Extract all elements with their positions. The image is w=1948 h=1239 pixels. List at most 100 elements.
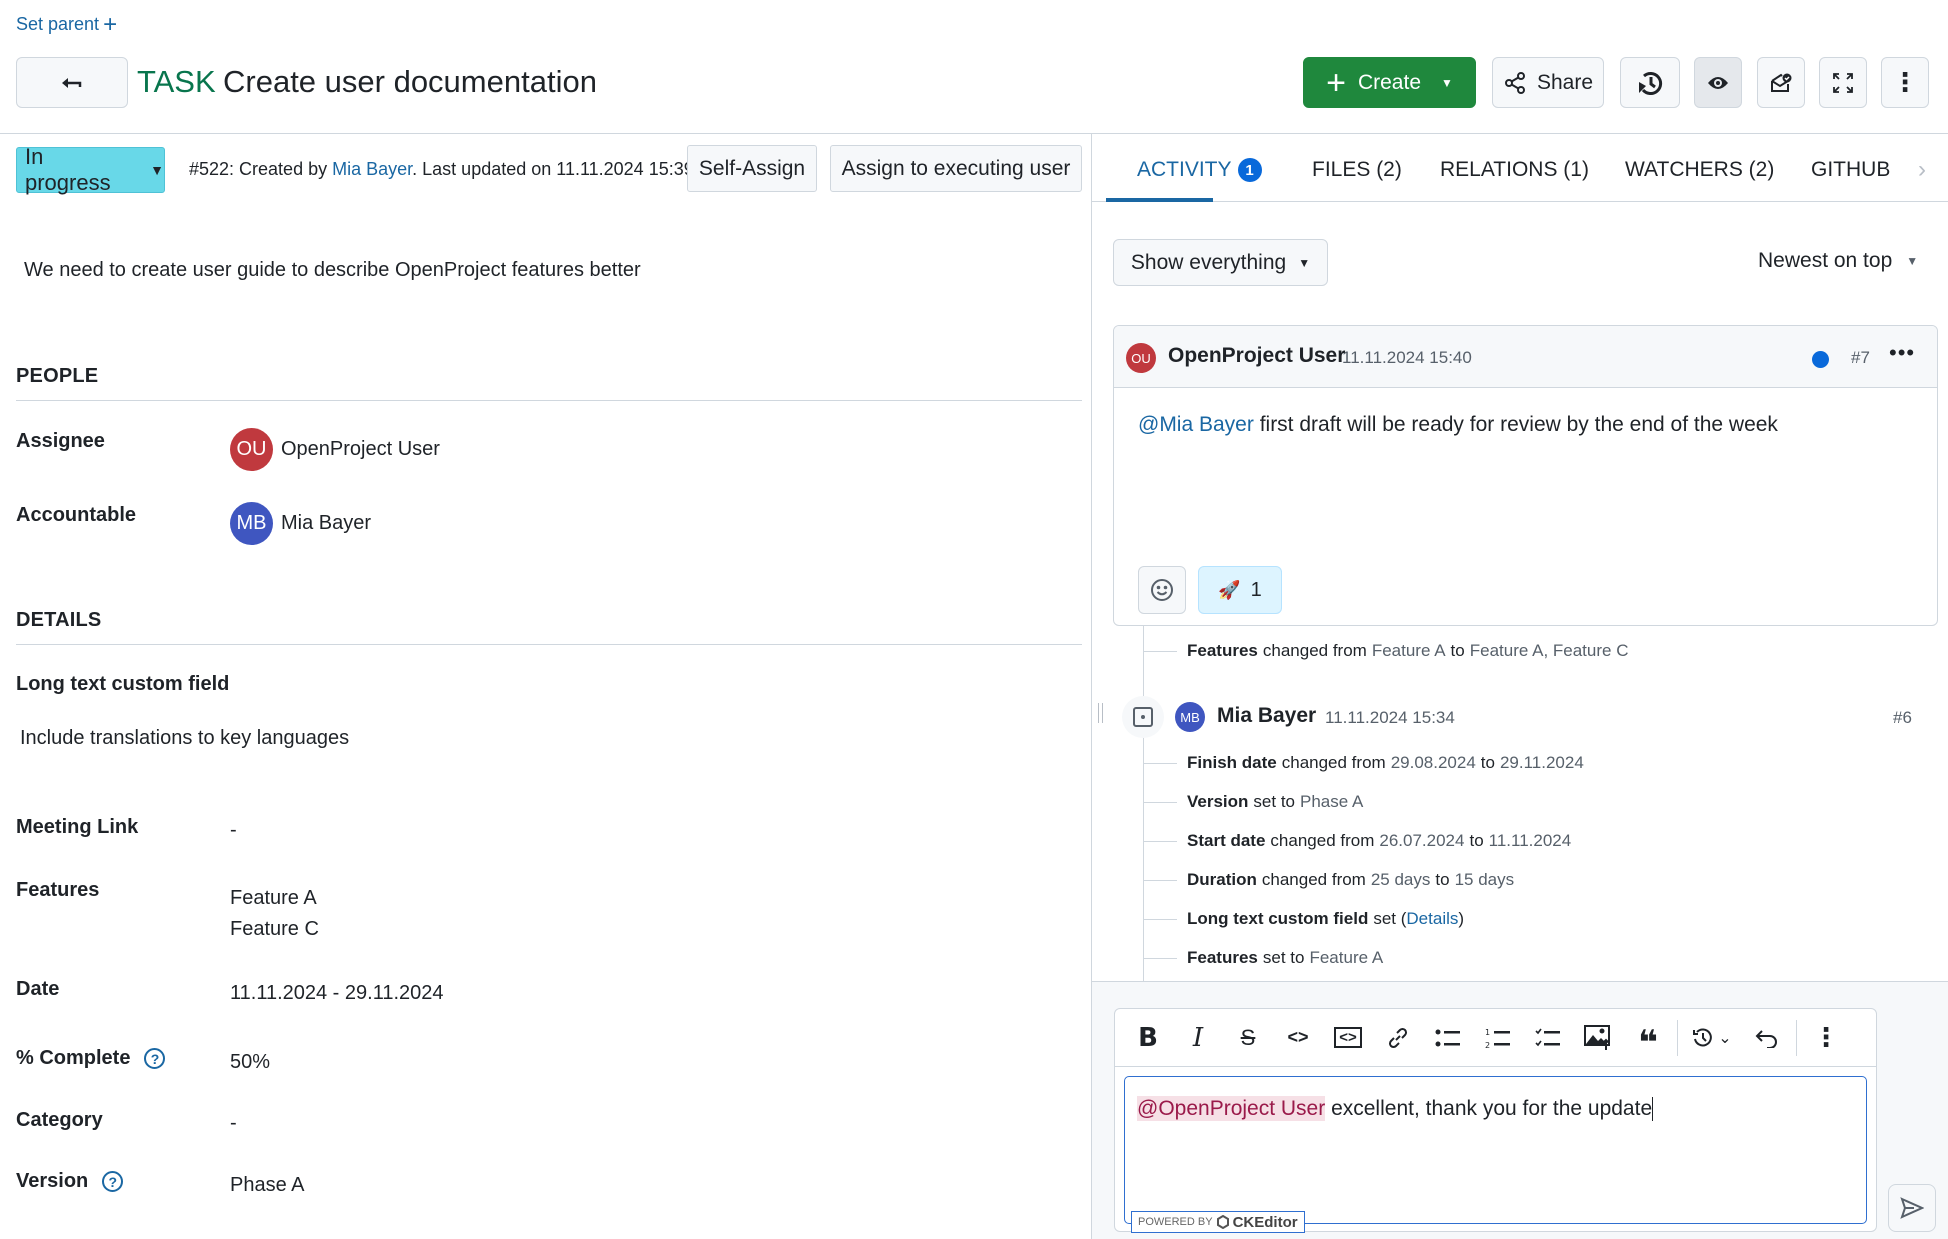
watch-button[interactable]: [1694, 57, 1742, 108]
self-assign-button[interactable]: Self-Assign: [687, 145, 817, 192]
more-actions-button[interactable]: ⋮: [1881, 57, 1929, 108]
features-value[interactable]: Feature A Feature C: [230, 883, 319, 945]
svg-text:1: 1: [1485, 1028, 1490, 1037]
share-button[interactable]: Share: [1492, 57, 1604, 108]
help-icon[interactable]: ?: [102, 1171, 124, 1192]
editor-toolbar: B I S <> <> 12 ❝ ⌄ ⋮: [1115, 1009, 1876, 1067]
set-parent-link[interactable]: Set parent +: [16, 12, 117, 36]
assignee-label: Assignee: [16, 430, 105, 453]
history-icon: [1693, 1027, 1713, 1046]
date-value[interactable]: 11.11.2024 - 29.11.2024: [230, 982, 444, 1005]
code-icon: <>: [1287, 1027, 1309, 1047]
changeset-icon: [1133, 707, 1153, 727]
comment-input[interactable]: @OpenProject User excellent, thank you f…: [1124, 1076, 1867, 1224]
send-comment-button[interactable]: [1888, 1184, 1936, 1232]
change-verb: changed from: [1281, 753, 1386, 772]
comment-author[interactable]: OpenProject User: [1168, 344, 1345, 368]
change-from: 29.08.2024: [1390, 753, 1476, 772]
version-label-text: Version: [16, 1170, 89, 1192]
insert-image-button[interactable]: [1573, 1018, 1623, 1058]
percent-complete-label: % Complete ?: [16, 1047, 166, 1070]
back-button[interactable]: [16, 57, 128, 108]
comment-text-body: first draft will be ready for review by …: [1253, 413, 1778, 436]
add-reaction-button[interactable]: [1138, 566, 1186, 614]
undo-button[interactable]: [1742, 1018, 1792, 1058]
rocket-reaction-button[interactable]: 🚀 1: [1198, 566, 1282, 614]
avatar: OU: [1126, 343, 1156, 373]
journal-marker: [1122, 696, 1164, 738]
blockquote-button[interactable]: ❝: [1623, 1018, 1673, 1060]
unread-indicator-icon: [1812, 351, 1829, 368]
link-icon: [1388, 1027, 1408, 1048]
comment-number-link[interactable]: #7: [1851, 348, 1870, 368]
pane-resize-handle[interactable]: [1098, 703, 1103, 723]
tab-activity[interactable]: ACTIVITY 1: [1137, 158, 1262, 182]
comment-actions-icon[interactable]: •••: [1889, 340, 1915, 366]
timeline-connector: [1143, 801, 1177, 803]
mention-link[interactable]: @Mia Bayer: [1138, 413, 1254, 436]
change-field: Version: [1187, 792, 1249, 811]
italic-button[interactable]: I: [1173, 1018, 1223, 1058]
avatar: OU: [230, 428, 273, 471]
link-button[interactable]: [1373, 1018, 1423, 1058]
create-button[interactable]: + Create ▼: [1303, 57, 1476, 108]
journal-author[interactable]: Mia Bayer: [1217, 704, 1316, 728]
change-field: Finish date: [1187, 753, 1277, 772]
ckeditor-badge[interactable]: POWERED BY CKEditor: [1131, 1211, 1305, 1233]
baseline-history-button[interactable]: [1620, 57, 1680, 108]
bold-button[interactable]: B: [1123, 1018, 1173, 1058]
change-verb: set to: [1262, 948, 1305, 967]
todo-list-button[interactable]: [1523, 1018, 1573, 1058]
author-link[interactable]: Mia Bayer: [332, 159, 412, 179]
help-icon[interactable]: ?: [144, 1048, 166, 1069]
unread-count-badge: 1: [1237, 158, 1262, 182]
assign-executing-user-button[interactable]: Assign to executing user: [830, 145, 1082, 192]
category-value[interactable]: -: [230, 1112, 237, 1135]
description-text[interactable]: We need to create user guide to describe…: [24, 259, 641, 282]
ckeditor-brand: CKEditor: [1232, 1213, 1298, 1231]
image-upload-icon: [1584, 1024, 1610, 1050]
comment-timestamp: 11.11.2024 15:40: [1342, 348, 1472, 367]
tab-relations[interactable]: RELATIONS (1): [1440, 158, 1589, 182]
accountable-value[interactable]: MB Mia Bayer: [230, 502, 371, 545]
todo-list-icon: [1535, 1028, 1560, 1046]
eye-icon: [1708, 76, 1728, 89]
bold-icon: B: [1138, 1022, 1158, 1053]
details-link[interactable]: Details: [1406, 909, 1458, 929]
strikethrough-button[interactable]: S: [1223, 1018, 1273, 1058]
version-value[interactable]: Phase A: [230, 1174, 305, 1197]
undo-icon: [1755, 1029, 1777, 1048]
version-label: Version ?: [16, 1170, 124, 1193]
assignee-value[interactable]: OU OpenProject User: [230, 428, 440, 471]
meta-suffix: . Last updated on 11.11.2024 15:39.: [412, 159, 699, 179]
change-verb: set to: [1253, 792, 1296, 811]
numbered-list-button[interactable]: 12: [1473, 1018, 1523, 1058]
inline-code-button[interactable]: <>: [1273, 1018, 1323, 1058]
mention-chip: @OpenProject User: [1137, 1096, 1326, 1121]
code-block-button[interactable]: <>: [1323, 1018, 1373, 1058]
journal-number-link[interactable]: #6: [1893, 708, 1912, 728]
tab-files[interactable]: FILES (2): [1312, 158, 1402, 182]
long-text-value[interactable]: Include translations to key languages: [20, 727, 349, 750]
fullscreen-button[interactable]: [1819, 57, 1867, 108]
work-package-subject[interactable]: Create user documentation: [223, 64, 597, 100]
status-dropdown[interactable]: In progress ▼: [16, 144, 165, 195]
activity-filter-dropdown[interactable]: Show everything ▼: [1113, 239, 1328, 286]
reminder-button[interactable]: [1757, 57, 1805, 108]
change-to-word: to: [1480, 753, 1495, 772]
percent-complete-value[interactable]: 50%: [230, 1051, 270, 1074]
revision-history-button[interactable]: ⌄: [1682, 1018, 1742, 1058]
timeline-connector: [1143, 650, 1177, 652]
change-verb: changed from: [1270, 831, 1375, 850]
activity-sort-dropdown[interactable]: Newest on top ▼: [1758, 249, 1918, 273]
meeting-link-value[interactable]: -: [230, 819, 237, 842]
toolbar-separator: [1796, 1019, 1797, 1056]
tab-github[interactable]: GITHUB: [1811, 158, 1890, 182]
tab-watchers[interactable]: WATCHERS (2): [1625, 158, 1774, 182]
bulleted-list-button[interactable]: [1423, 1018, 1473, 1058]
change-field: Features: [1187, 948, 1258, 967]
change-to-word: to: [1450, 641, 1465, 660]
comment-input-text: excellent, thank you for the update: [1325, 1097, 1653, 1120]
chevron-right-icon[interactable]: ›: [1918, 156, 1926, 184]
more-tools-button[interactable]: ⋮: [1801, 1018, 1851, 1058]
